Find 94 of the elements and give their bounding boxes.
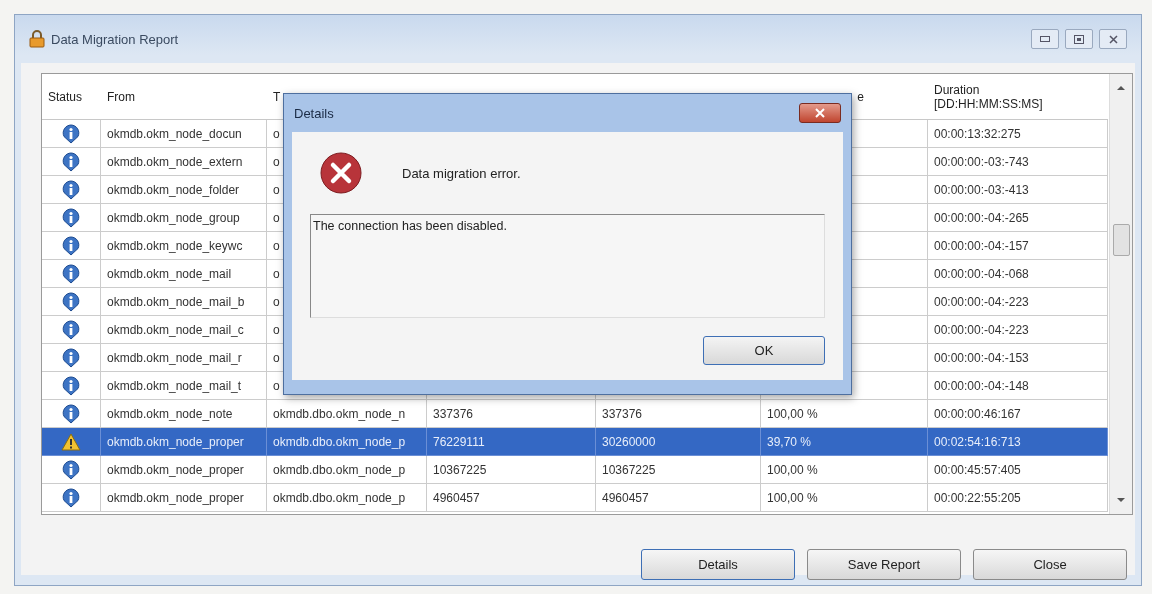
- table-row[interactable]: okmdb.okm_node_proper okmdb.dbo.okm_node_p 4960457 4960457 100,00 % 00:00:22:55:205: [42, 484, 1108, 512]
- column-header[interactable]: Status: [48, 89, 83, 104]
- dialog-button[interactable]: Save Report: [807, 549, 961, 580]
- table-cell: 00:00:00:-04:-223: [934, 322, 1029, 337]
- column-header[interactable]: From: [107, 89, 135, 104]
- table-cell: o: [273, 126, 280, 141]
- dialog-button[interactable]: Close: [973, 549, 1127, 580]
- table-cell: okmdb.okm_node_mail_c: [107, 322, 244, 337]
- table-cell: 00:00:00:-04:-157: [934, 238, 1029, 253]
- scrollbar[interactable]: [1109, 74, 1132, 514]
- table-cell: okmdb.dbo.okm_node_n: [273, 406, 406, 421]
- info-icon: [61, 263, 81, 284]
- table-cell: 00:00:00:-04:-223: [934, 294, 1029, 309]
- table-cell: 4960457: [602, 490, 649, 505]
- maximize-icon: [1074, 34, 1084, 44]
- close-icon: [1108, 34, 1118, 44]
- info-icon: [61, 123, 81, 144]
- window-title: Data Migration Report: [51, 31, 179, 47]
- table-cell: 00:00:00:-04:-068: [934, 266, 1029, 281]
- table-cell: o: [273, 350, 280, 365]
- table-cell: o: [273, 294, 280, 309]
- table-cell: okmdb.okm_node_extern: [107, 154, 243, 169]
- dialog-title: Details: [294, 105, 334, 121]
- table-cell: 337376: [433, 406, 474, 421]
- column-header[interactable]: Duration [DD:HH:MM:SS:MS]: [934, 82, 1043, 111]
- table-cell: 00:00:00:46:167: [934, 406, 1021, 421]
- table-cell: okmdb.dbo.okm_node_p: [273, 434, 406, 449]
- column-header[interactable]: T: [273, 89, 281, 104]
- table-cell: okmdb.okm_node_folder: [107, 182, 240, 197]
- table-cell: 10367225: [602, 462, 656, 477]
- info-icon: [61, 459, 81, 480]
- minimize-button[interactable]: [1031, 29, 1059, 49]
- close-button[interactable]: [799, 103, 841, 123]
- ok-button[interactable]: OK: [703, 336, 825, 365]
- minimize-icon: [1040, 36, 1050, 42]
- table-cell: 10367225: [433, 462, 487, 477]
- column-header[interactable]: e: [857, 89, 864, 104]
- info-icon: [61, 347, 81, 368]
- table-cell: okmdb.okm_node_proper: [107, 490, 244, 505]
- table-cell: 76229111: [433, 434, 485, 449]
- table-cell: 00:00:00:-03:-743: [934, 154, 1029, 169]
- table-cell: o: [273, 266, 280, 281]
- table-cell: okmdb.okm_node_proper: [107, 434, 244, 449]
- table-row[interactable]: okmdb.okm_node_proper okmdb.dbo.okm_node_p 76229111 30260000 39,70 % 00:02:54:16:713: [42, 428, 1108, 456]
- table-cell: okmdb.okm_node_proper: [107, 462, 244, 477]
- table-cell: 00:00:22:55:205: [934, 490, 1021, 505]
- table-cell: 00:00:00:-04:-148: [934, 378, 1029, 393]
- table-cell: 100,00 %: [767, 490, 818, 505]
- info-icon: [61, 235, 81, 256]
- details-text-area[interactable]: The connection has been disabled.: [310, 214, 825, 318]
- info-icon: [61, 291, 81, 312]
- close-icon: [815, 108, 825, 118]
- table-cell: okmdb.okm_node_group: [107, 210, 240, 225]
- table-cell: okmdb.okm_node_note: [107, 406, 233, 421]
- padlock-icon: [29, 30, 45, 48]
- info-icon: [61, 151, 81, 172]
- table-cell: okmdb.okm_node_keywc: [107, 238, 243, 253]
- table-cell: o: [273, 238, 280, 253]
- table-cell: 337376: [602, 406, 643, 421]
- table-cell: o: [273, 182, 280, 197]
- info-icon: [61, 487, 81, 508]
- table-cell: o: [273, 210, 280, 225]
- info-icon: [61, 319, 81, 340]
- table-cell: okmdb.okm_node_mail_t: [107, 378, 242, 393]
- table-cell: 00:00:00:-03:-413: [934, 182, 1029, 197]
- table-cell: 100,00 %: [767, 462, 818, 477]
- table-cell: okmdb.okm_node_mail_b: [107, 294, 245, 309]
- warning-icon: [61, 432, 81, 451]
- table-cell: 100,00 %: [767, 406, 818, 421]
- maximize-button[interactable]: [1065, 29, 1093, 49]
- table-cell: 30260000: [602, 434, 656, 449]
- table-cell: 39,70 %: [767, 434, 812, 449]
- table-cell: o: [273, 154, 280, 169]
- table-cell: o: [273, 378, 280, 393]
- table-cell: okmdb.okm_node_mail: [107, 266, 232, 281]
- table-cell: 00:02:54:16:713: [934, 434, 1021, 449]
- close-button[interactable]: [1099, 29, 1127, 49]
- table-cell: 00:00:13:32:275: [934, 126, 1021, 141]
- error-icon: [320, 152, 362, 194]
- table-cell: 00:00:00:-04:-265: [934, 210, 1029, 225]
- table-cell: okmdb.okm_node_mail_r: [107, 350, 242, 365]
- table-cell: 00:00:45:57:405: [934, 462, 1021, 477]
- table-cell: 4960457: [433, 490, 480, 505]
- table-cell: okmdb.okm_node_docun: [107, 126, 242, 141]
- info-icon: [61, 179, 81, 200]
- table-cell: 00:00:00:-04:-153: [934, 350, 1029, 365]
- table-cell: o: [273, 322, 280, 337]
- info-icon: [61, 403, 81, 424]
- table-cell: okmdb.dbo.okm_node_p: [273, 490, 406, 505]
- info-icon: [61, 207, 81, 228]
- table-row[interactable]: okmdb.okm_node_proper okmdb.dbo.okm_node_p 10367225 10367225 100,00 % 00:00:45:57:405: [42, 456, 1108, 484]
- info-icon: [61, 375, 81, 396]
- table-cell: okmdb.dbo.okm_node_p: [273, 462, 406, 477]
- dialog-button[interactable]: Details: [641, 549, 795, 580]
